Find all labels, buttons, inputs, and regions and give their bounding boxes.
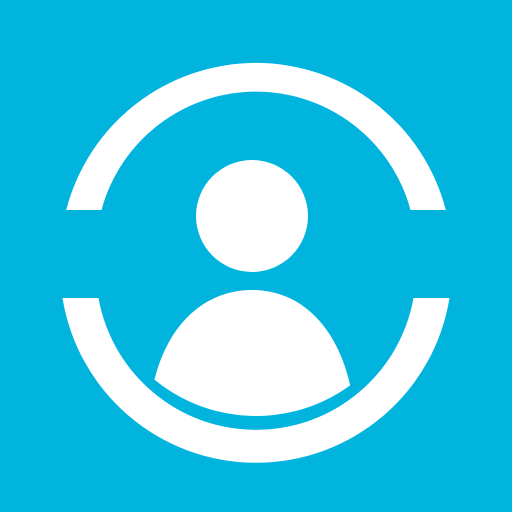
user-account-icon-graphic	[0, 0, 512, 512]
person-head	[196, 160, 308, 272]
user-account-icon	[0, 0, 512, 512]
